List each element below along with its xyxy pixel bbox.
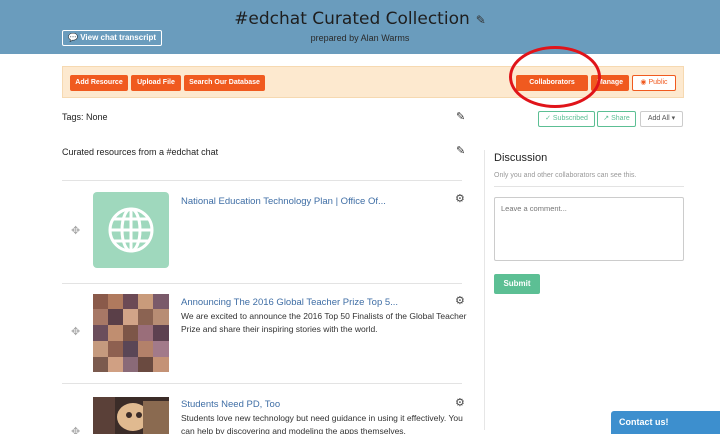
edit-description-icon[interactable]: ✎ [456, 144, 465, 157]
resource-description: We are excited to announce the 2016 Top … [181, 311, 467, 334]
contact-us-button[interactable]: Contact us! [611, 411, 720, 434]
portrait-collage-image [93, 294, 169, 372]
globe-icon [108, 207, 154, 253]
collection-title: #edchat Curated Collection ✎ [0, 9, 720, 29]
gear-icon[interactable]: ⚙ [455, 192, 465, 205]
eye-icon: ◉ [640, 79, 647, 86]
collection-title-text: #edchat Curated Collection [234, 9, 470, 29]
resource-divider [62, 383, 462, 384]
tags-label: Tags: None [62, 112, 108, 122]
collection-description: Curated resources from a #edchat chat [62, 147, 219, 157]
public-button[interactable]: ◉ Public [632, 75, 676, 91]
gear-icon[interactable]: ⚙ [455, 396, 465, 409]
students-pd-thumbnail[interactable] [93, 397, 169, 434]
public-label: Public [648, 79, 668, 86]
comment-input[interactable] [494, 197, 684, 261]
resource-title-link[interactable]: Students Need PD, Too [181, 399, 280, 410]
globe-thumbnail[interactable] [93, 192, 169, 268]
discussion-title: Discussion [494, 152, 548, 164]
edit-title-icon[interactable]: ✎ [476, 13, 486, 27]
check-circle-icon: ✓ [545, 115, 551, 122]
highlight-circle-annotation [509, 46, 601, 108]
share-label: Share [611, 115, 630, 122]
students-photo-image [93, 397, 169, 434]
add-resource-button[interactable]: Add Resource [70, 75, 128, 91]
page-header: #edchat Curated Collection ✎ prepared by … [0, 0, 720, 54]
resource-description: Students love new technology but need gu… [181, 413, 463, 434]
drag-handle-icon[interactable]: ✥ [71, 325, 80, 338]
resource-divider [62, 283, 462, 284]
submit-button[interactable]: Submit [494, 274, 540, 294]
subscribed-label: Subscribed [552, 115, 588, 122]
discussion-separator [484, 150, 485, 430]
caret-down-icon: ▾ [671, 115, 676, 122]
share-icon: ↗ [603, 115, 610, 122]
view-chat-transcript-label: View chat transcript [80, 33, 157, 42]
search-database-button[interactable]: Search Our Database [184, 75, 265, 91]
share-button[interactable]: ↗ Share [597, 111, 636, 127]
discussion-subtitle: Only you and other collaborators can see… [494, 172, 637, 179]
resource-title-link[interactable]: National Education Technology Plan | Off… [181, 196, 386, 207]
upload-file-button[interactable]: Upload File [131, 75, 181, 91]
resource-title-link[interactable]: Announcing The 2016 Global Teacher Prize… [181, 297, 398, 308]
add-all-dropdown[interactable]: Add All ▾ [640, 111, 683, 127]
add-all-label: Add All [647, 115, 670, 122]
drag-handle-icon[interactable]: ✥ [71, 224, 80, 237]
chat-bubble-icon: 💬 [68, 33, 78, 42]
discussion-divider [494, 186, 684, 187]
edit-tags-icon[interactable]: ✎ [456, 110, 465, 123]
teacher-prize-thumbnail[interactable] [93, 294, 169, 372]
view-chat-transcript-button[interactable]: 💬 View chat transcript [62, 30, 163, 46]
resource-divider [62, 180, 462, 181]
subscribed-button[interactable]: ✓ Subscribed [538, 111, 595, 127]
gear-icon[interactable]: ⚙ [455, 294, 465, 307]
drag-handle-icon[interactable]: ✥ [71, 425, 80, 434]
